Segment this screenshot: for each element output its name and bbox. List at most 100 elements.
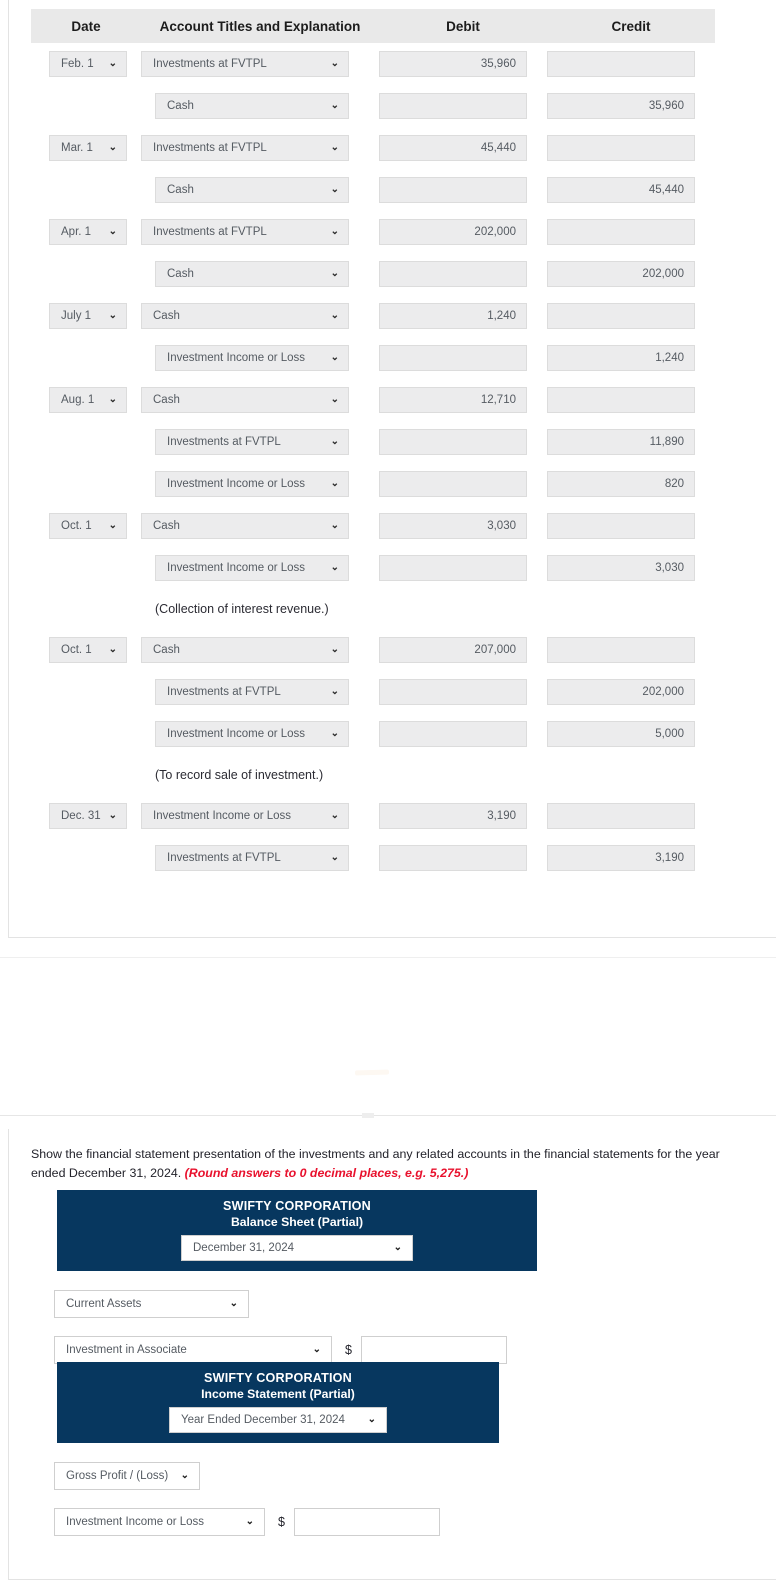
debit-input[interactable]: 3,030 [379, 513, 527, 539]
debit-input[interactable]: 45,440 [379, 135, 527, 161]
income-statement-section-select[interactable]: Gross Profit / (Loss) ⌄ [54, 1462, 200, 1490]
account-select[interactable]: Investment Income or Loss ⌄ [155, 345, 349, 371]
account-select-value: Cash [153, 644, 180, 656]
credit-input[interactable]: 11,890 [547, 429, 695, 455]
date-select[interactable]: Aug. 1 ⌄ [49, 387, 127, 413]
income-statement-company: SWIFTY CORPORATION [204, 1371, 352, 1385]
cell-credit [547, 513, 715, 539]
income-statement-amount-input[interactable] [293, 1508, 440, 1536]
credit-input[interactable]: 5,000 [547, 721, 695, 747]
chevron-down-icon: ⌄ [108, 644, 117, 655]
credit-input[interactable] [547, 303, 695, 329]
credit-input[interactable]: 202,000 [547, 261, 695, 287]
account-select[interactable]: Cash ⌄ [141, 637, 349, 663]
account-select[interactable]: Investments at FVTPL ⌄ [155, 429, 349, 455]
chevron-down-icon: ⌄ [330, 562, 339, 573]
income-statement-line-item-select[interactable]: Investment Income or Loss ⌄ [54, 1508, 265, 1536]
balance-sheet-section-select[interactable]: Current Assets ⌄ [54, 1290, 249, 1318]
account-select[interactable]: Investment Income or Loss ⌄ [141, 803, 349, 829]
debit-input[interactable]: 12,710 [379, 387, 527, 413]
credit-input[interactable] [547, 803, 695, 829]
panel-separator-upper [0, 957, 776, 958]
date-select[interactable]: Oct. 1 ⌄ [49, 637, 127, 663]
debit-input[interactable]: 202,000 [379, 219, 527, 245]
cell-account: Cash ⌄ [141, 303, 379, 329]
cell-debit: 3,030 [379, 513, 547, 539]
date-select[interactable]: Apr. 1 ⌄ [49, 219, 127, 245]
account-select[interactable]: Cash ⌄ [141, 513, 349, 539]
chevron-down-icon: ⌄ [330, 478, 339, 489]
debit-input[interactable] [379, 261, 527, 287]
credit-input[interactable]: 820 [547, 471, 695, 497]
debit-input[interactable]: 3,190 [379, 803, 527, 829]
credit-input[interactable] [547, 513, 695, 539]
date-select[interactable]: Dec. 31 ⌄ [49, 803, 127, 829]
balance-sheet-period-select[interactable]: December 31, 2024 ⌄ [181, 1235, 413, 1261]
credit-input[interactable] [547, 51, 695, 77]
account-select[interactable]: Investments at FVTPL ⌄ [141, 51, 349, 77]
credit-input[interactable]: 202,000 [547, 679, 695, 705]
account-select[interactable]: Cash ⌄ [141, 303, 349, 329]
balance-sheet-company: SWIFTY CORPORATION [223, 1199, 371, 1213]
account-select[interactable]: Cash ⌄ [155, 261, 349, 287]
debit-input[interactable] [379, 845, 527, 871]
cell-debit: 207,000 [379, 637, 547, 663]
debit-input[interactable]: 1,240 [379, 303, 527, 329]
debit-input[interactable]: 207,000 [379, 637, 527, 663]
debit-input[interactable] [379, 429, 527, 455]
account-select[interactable]: Cash ⌄ [155, 177, 349, 203]
debit-input[interactable] [379, 679, 527, 705]
balance-sheet-amount-input[interactable] [360, 1336, 507, 1364]
balance-sheet-line-item-select[interactable]: Investment in Associate ⌄ [54, 1336, 332, 1364]
credit-input[interactable] [547, 637, 695, 663]
account-select[interactable]: Investments at FVTPL ⌄ [141, 135, 349, 161]
credit-input[interactable]: 1,240 [547, 345, 695, 371]
cell-credit: 202,000 [547, 261, 715, 287]
journal-entry-table: Date Account Titles and Explanation Debi… [31, 9, 715, 879]
account-select[interactable]: Investments at FVTPL ⌄ [155, 845, 349, 871]
cell-date: Apr. 1 ⌄ [31, 219, 141, 245]
credit-input[interactable] [547, 219, 695, 245]
debit-input[interactable] [379, 721, 527, 747]
column-header-date: Date [71, 18, 101, 34]
chevron-down-icon: ⌄ [245, 1516, 254, 1527]
account-select[interactable]: Cash ⌄ [155, 93, 349, 119]
debit-input[interactable] [379, 555, 527, 581]
table-row: Investments at FVTPL ⌄ 11,890 [31, 421, 715, 463]
debit-input[interactable] [379, 471, 527, 497]
credit-input[interactable]: 3,030 [547, 555, 695, 581]
account-select-value: Cash [153, 520, 180, 532]
credit-input[interactable]: 45,440 [547, 177, 695, 203]
debit-input[interactable] [379, 345, 527, 371]
account-select-value: Investments at FVTPL [153, 58, 267, 70]
debit-input[interactable]: 35,960 [379, 51, 527, 77]
debit-input[interactable] [379, 93, 527, 119]
date-select[interactable]: Oct. 1 ⌄ [49, 513, 127, 539]
debit-input[interactable] [379, 177, 527, 203]
table-row: Apr. 1 ⌄ Investments at FVTPL ⌄ 202,000 [31, 211, 715, 253]
account-select[interactable]: Investment Income or Loss ⌄ [155, 471, 349, 497]
cell-account: Cash ⌄ [141, 93, 379, 119]
credit-input[interactable] [547, 135, 695, 161]
cell-credit: 35,960 [547, 93, 715, 119]
instruction-text: Show the financial statement presentatio… [31, 1145, 753, 1183]
date-select[interactable]: Feb. 1 ⌄ [49, 51, 127, 77]
cell-account: Investments at FVTPL ⌄ [141, 135, 379, 161]
date-select[interactable]: July 1 ⌄ [49, 303, 127, 329]
account-select[interactable]: Investments at FVTPL ⌄ [155, 679, 349, 705]
credit-input[interactable]: 35,960 [547, 93, 695, 119]
account-select[interactable]: Cash ⌄ [141, 387, 349, 413]
date-select[interactable]: Mar. 1 ⌄ [49, 135, 127, 161]
credit-input[interactable]: 3,190 [547, 845, 695, 871]
account-select[interactable]: Investment Income or Loss ⌄ [155, 555, 349, 581]
cell-date: July 1 ⌄ [31, 303, 141, 329]
chevron-down-icon: ⌄ [367, 1414, 376, 1425]
column-header-account: Account Titles and Explanation [159, 18, 361, 34]
date-select-value: Feb. 1 [61, 58, 94, 70]
table-row: Cash ⌄ 202,000 [31, 253, 715, 295]
income-statement-period-select[interactable]: Year Ended December 31, 2024 ⌄ [169, 1407, 387, 1433]
account-select[interactable]: Investments at FVTPL ⌄ [141, 219, 349, 245]
credit-input[interactable] [547, 387, 695, 413]
income-statement-line-item-value: Investment Income or Loss [66, 1516, 205, 1528]
account-select[interactable]: Investment Income or Loss ⌄ [155, 721, 349, 747]
